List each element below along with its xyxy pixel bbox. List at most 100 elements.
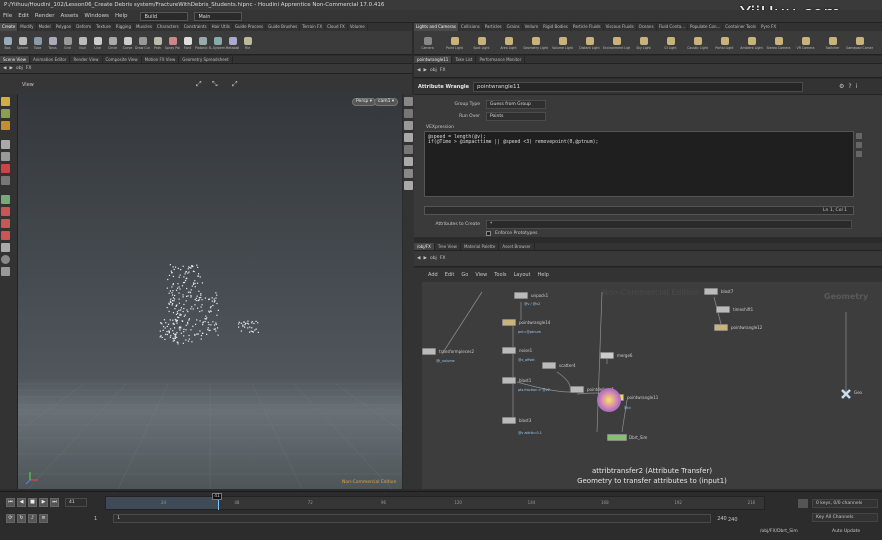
shelf-tab-hair-utils[interactable]: Hair Utils: [210, 23, 233, 31]
tool-switcher[interactable]: Switcher: [819, 31, 846, 55]
tool-spot-light[interactable]: Spot Light: [468, 31, 495, 55]
camera-menu[interactable]: cam1 ▾: [374, 98, 399, 106]
help-icon[interactable]: ?: [848, 83, 851, 90]
start-frame[interactable]: 1: [94, 516, 97, 522]
persp-menu[interactable]: Persp ▾: [352, 98, 377, 106]
end-frame-2[interactable]: 240: [717, 516, 727, 522]
group-type-select[interactable]: Guess from Group: [486, 100, 546, 109]
tool-metaball[interactable]: Metaball: [225, 31, 240, 55]
tool-tube[interactable]: Tube: [30, 31, 45, 55]
net-menu-help[interactable]: Help: [538, 272, 549, 278]
tab-motion-fx-view[interactable]: Motion FX View: [142, 56, 180, 63]
shelf-tab-terrain-fx[interactable]: Terrain FX: [300, 23, 326, 31]
enforce-checkbox[interactable]: [486, 231, 491, 236]
key-icon[interactable]: [798, 499, 808, 508]
menu-file[interactable]: File: [0, 10, 15, 23]
path-obj[interactable]: obj: [430, 256, 437, 261]
shelf-tab-vellum[interactable]: Vellum: [523, 23, 542, 31]
tool-stereo-camera[interactable]: Stereo Camera: [765, 31, 792, 55]
net-menu-layout[interactable]: Layout: [514, 272, 531, 278]
shelf-tab-pyro-fx[interactable]: Pyro FX: [759, 23, 780, 31]
tool-point-light[interactable]: Point Light: [441, 31, 468, 55]
node-blast3[interactable]: [502, 417, 516, 424]
tool-draw-curve[interactable]: Draw Curve: [135, 31, 150, 55]
sculpt-tool-icon[interactable]: [1, 195, 10, 204]
shading-icon[interactable]: [404, 121, 413, 130]
node-pointwrangle14[interactable]: [502, 319, 516, 326]
snap-icon[interactable]: ⤢: [196, 80, 202, 89]
path-obj[interactable]: obj: [430, 68, 437, 73]
jump-start-icon[interactable]: ⏮: [6, 498, 15, 507]
playhead[interactable]: 41: [212, 493, 222, 510]
geo-node-icon[interactable]: [840, 388, 852, 400]
end-frame[interactable]: 240: [728, 517, 738, 523]
back-icon[interactable]: ◀: [417, 68, 420, 73]
node-transformpieces2[interactable]: [422, 348, 436, 355]
stop-icon[interactable]: ■: [28, 498, 37, 507]
node-unpack1[interactable]: [514, 292, 528, 299]
back-icon[interactable]: ◀: [3, 66, 6, 71]
node-noise1[interactable]: [502, 347, 516, 354]
net-menu-add[interactable]: Add: [428, 272, 438, 278]
tool-curve[interactable]: Curve: [120, 31, 135, 55]
tool-file[interactable]: File: [240, 31, 255, 55]
tool-environment-light[interactable]: Environment Light: [603, 31, 630, 55]
tool-null[interactable]: Null: [75, 31, 90, 55]
shelf-tab-container-tools[interactable]: Container Tools: [723, 23, 759, 31]
soft-tool-icon[interactable]: [1, 231, 10, 240]
tool-sphere[interactable]: Sphere: [15, 31, 30, 55]
move-tool-icon[interactable]: [1, 109, 10, 118]
rotate-tool-icon[interactable]: [1, 121, 10, 130]
range-slider[interactable]: 1: [113, 514, 712, 523]
vex-code-editor[interactable]: @speed = length(@v); if(@Time > @impactt…: [424, 131, 854, 197]
points-icon[interactable]: [404, 157, 413, 166]
frame-field[interactable]: 41: [65, 498, 87, 507]
node-pointdeform1[interactable]: [570, 386, 584, 393]
attr-create-field[interactable]: *: [486, 220, 852, 229]
grid-icon[interactable]: [404, 181, 413, 190]
tool-sky-light[interactable]: Sky Light: [630, 31, 657, 55]
shelf-tab-texture[interactable]: Texture: [94, 23, 114, 31]
net-menu-view[interactable]: View: [475, 272, 487, 278]
tool-platonic-solids[interactable]: Platonic Solids: [195, 31, 210, 55]
magnet-tool-icon[interactable]: [1, 207, 10, 216]
shelf-tab-model[interactable]: Model: [37, 23, 54, 31]
node-pointwrangle12[interactable]: [714, 324, 728, 331]
shelf-tab-polygon[interactable]: Polygon: [54, 23, 75, 31]
back-icon[interactable]: ◀: [417, 256, 420, 261]
tool-path[interactable]: Path: [150, 31, 165, 55]
tool-ambient-light[interactable]: Ambient Light: [738, 31, 765, 55]
shelf-tab-constraints[interactable]: Constraints: [182, 23, 210, 31]
menu-edit[interactable]: Edit: [15, 10, 32, 23]
timeline-ruler[interactable]: 41 24 48 72 96 120 144 168 192 216: [105, 493, 765, 510]
tool-grid[interactable]: Grid: [60, 31, 75, 55]
tab-geometry-spreadsheet[interactable]: Geometry Spreadsheet: [179, 56, 233, 63]
node-name-field[interactable]: pointwrangle11: [473, 81, 804, 92]
render-region-icon[interactable]: [1, 255, 10, 264]
tab-render-view[interactable]: Render View: [70, 56, 103, 63]
shelf-tab-deform[interactable]: Deform: [74, 23, 95, 31]
jump-end-icon[interactable]: ⏭: [50, 498, 59, 507]
tool-portal-light[interactable]: Portal Light: [711, 31, 738, 55]
desktop-select[interactable]: Build: [140, 11, 189, 21]
tool-l-system[interactable]: L-System: [210, 31, 225, 55]
lighting-icon[interactable]: [404, 109, 413, 118]
info-icon[interactable]: i: [856, 83, 858, 90]
tool-geometry-light[interactable]: Geometry Light: [522, 31, 549, 55]
shelf-tab-particle-fluids[interactable]: Particle Fluids: [571, 23, 604, 31]
gear-icon[interactable]: ⚙: [839, 83, 844, 90]
path-fx[interactable]: FX: [440, 68, 446, 73]
tab-obj-fx[interactable]: /obj/FX: [414, 243, 435, 250]
tool-line[interactable]: Line: [90, 31, 105, 55]
syntax-icon[interactable]: [856, 151, 862, 157]
tab-pointwrangle11[interactable]: pointwrangle11: [414, 56, 453, 63]
tool-vr-camera[interactable]: VR Camera: [792, 31, 819, 55]
shelf-tab-particles[interactable]: Particles: [483, 23, 505, 31]
forward-icon[interactable]: ▶: [9, 66, 12, 71]
snapshot-tool-icon[interactable]: [1, 267, 10, 276]
tool-volume-light[interactable]: Volume Light: [549, 31, 576, 55]
shelf-tab-viscous-fluids[interactable]: Viscous Fluids: [604, 23, 637, 31]
shelf-tab-guide-brushes[interactable]: Guide Brushes: [266, 23, 301, 31]
net-menu-edit[interactable]: Edit: [445, 272, 455, 278]
tool-box[interactable]: Box: [0, 31, 15, 55]
